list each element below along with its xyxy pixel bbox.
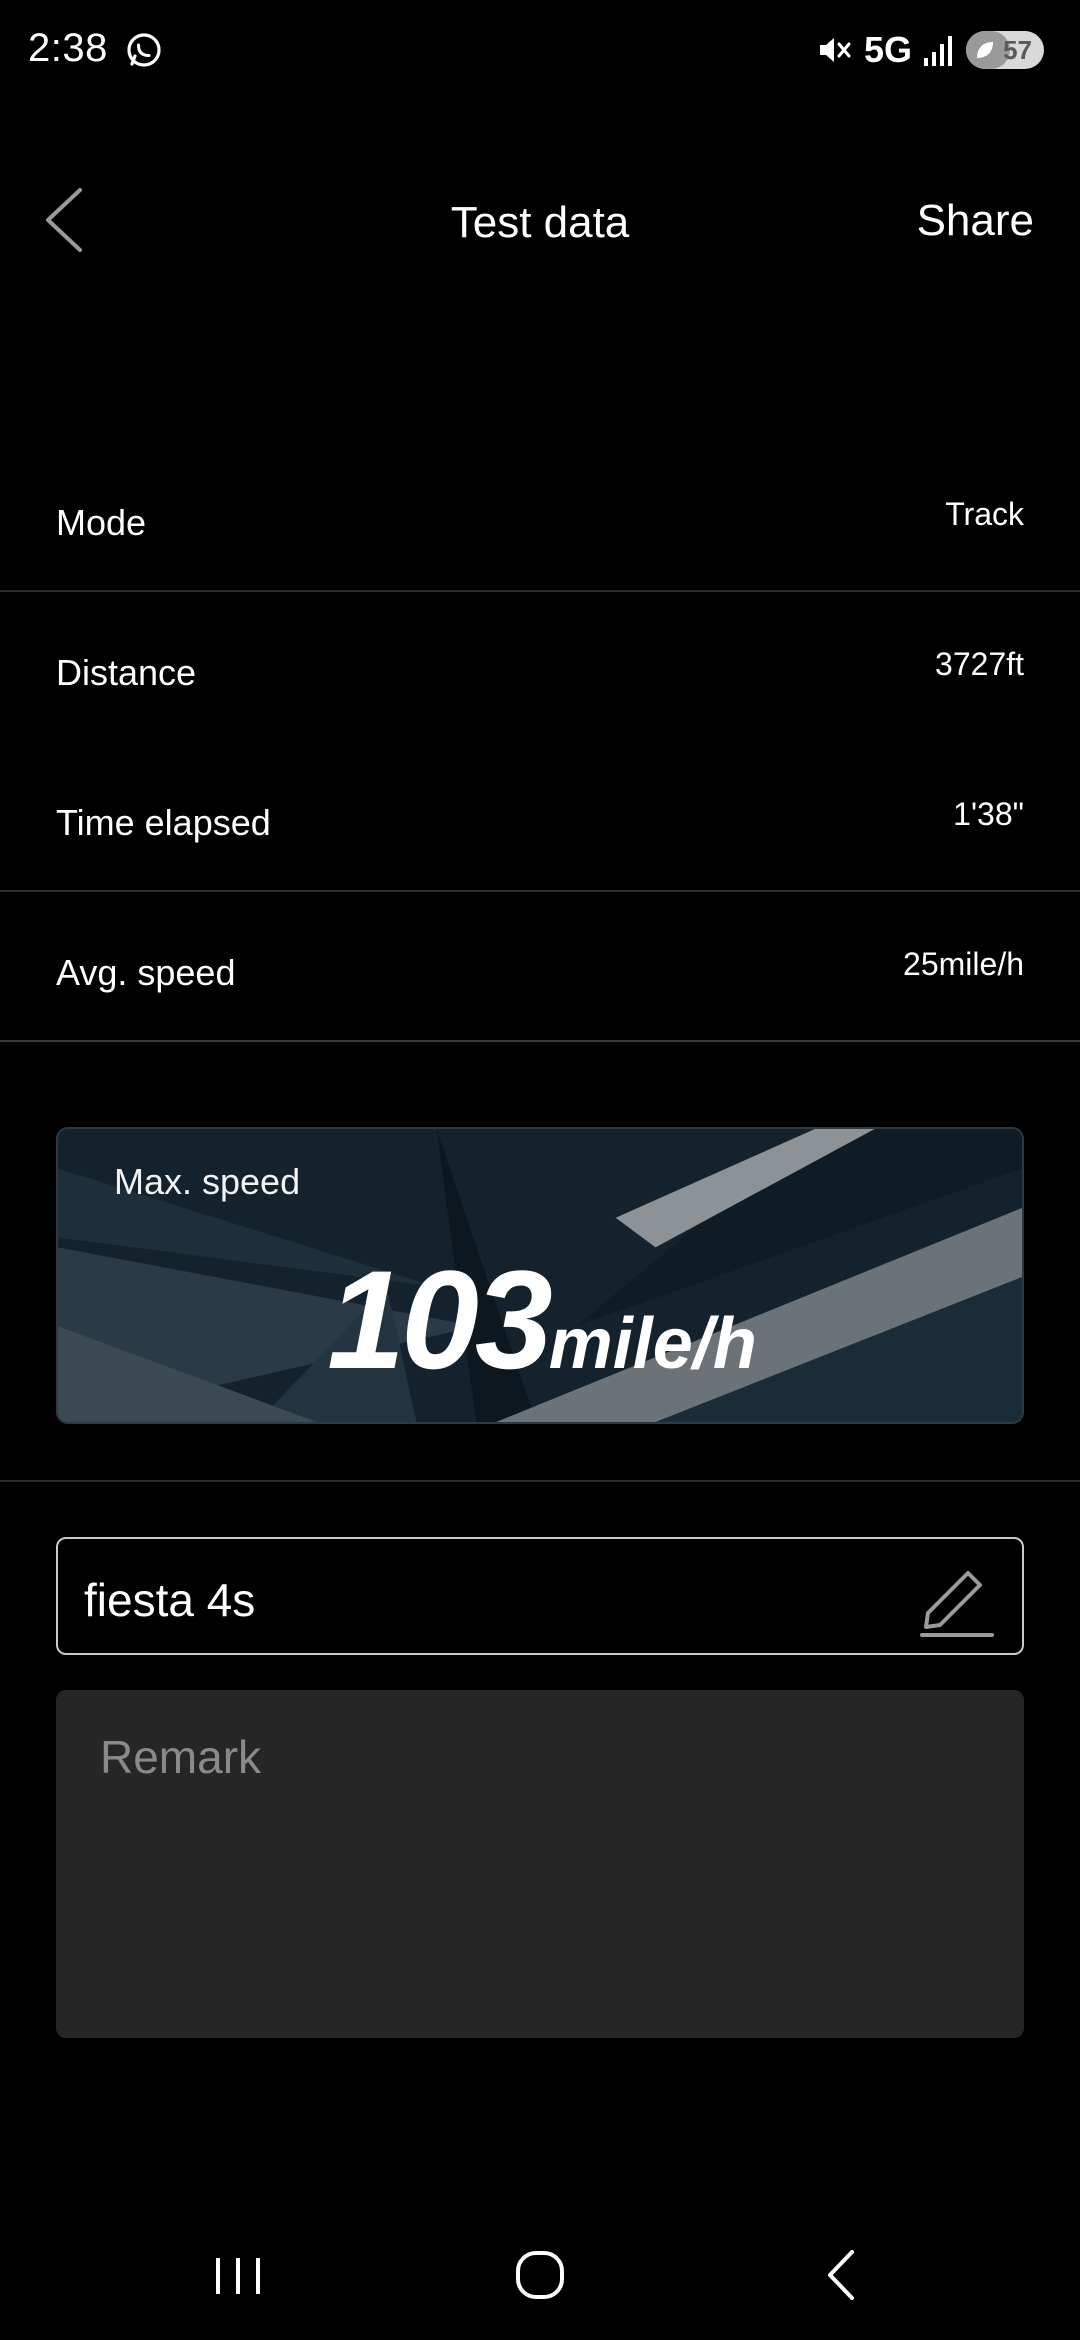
max-speed-card: Max. speed 103mile/h (56, 1127, 1024, 1424)
avg-speed-value: 25mile/h (903, 946, 1024, 982)
signal-icon (924, 36, 952, 66)
whatsapp-icon (127, 33, 161, 67)
divider (0, 1480, 1080, 1482)
avg-speed-label: Avg. speed (56, 952, 236, 993)
status-bar: 2:38 5G 57 (0, 0, 1080, 100)
time-elapsed-value: 1'38" (953, 796, 1024, 832)
mode-row: Mode Track (0, 450, 1080, 600)
status-indicators: 5G 57 (814, 28, 1044, 72)
mute-icon (819, 38, 851, 62)
back-icon[interactable] (802, 2240, 882, 2310)
battery-level: 57 (1003, 35, 1032, 65)
battery-icon: 57 (966, 31, 1044, 69)
distance-value: 3727ft (935, 646, 1024, 682)
edit-pencil-icon[interactable] (914, 1555, 998, 1639)
mode-value: Track (945, 496, 1024, 532)
divider (0, 890, 1080, 892)
vehicle-name-field[interactable]: fiesta 4s (56, 1537, 1024, 1655)
remark-placeholder: Remark (100, 1731, 262, 1783)
system-nav-bar (0, 2200, 1080, 2340)
distance-label: Distance (56, 652, 197, 693)
mode-label: Mode (56, 502, 147, 543)
home-icon[interactable] (500, 2240, 580, 2310)
remark-input[interactable]: Remark (56, 1690, 1024, 2038)
max-speed-label: Max. speed (114, 1161, 301, 1202)
max-speed-value: 103 (327, 1241, 553, 1398)
distance-row: Distance 3727ft (0, 600, 1080, 750)
test-data-screen: 2:38 5G 57 Test data Share Mode Track Di… (0, 0, 1080, 2340)
max-speed-readout: 103mile/h (58, 1239, 1022, 1401)
battery-saver-leaf-icon (977, 42, 993, 58)
status-time: 2:38 (28, 26, 108, 70)
time-elapsed-row: Time elapsed 1'38" (0, 750, 1080, 900)
vehicle-name-value: fiesta 4s (84, 1574, 256, 1626)
share-button[interactable]: Share (917, 196, 1034, 246)
app-header: Test data Share (0, 160, 1080, 280)
avg-speed-row: Avg. speed 25mile/h (0, 900, 1080, 1050)
max-speed-unit: mile/h (548, 1304, 757, 1384)
divider (0, 1040, 1080, 1042)
recents-icon[interactable] (198, 2240, 278, 2310)
divider (0, 590, 1080, 592)
network-label: 5G (863, 29, 912, 70)
time-elapsed-label: Time elapsed (56, 802, 271, 843)
